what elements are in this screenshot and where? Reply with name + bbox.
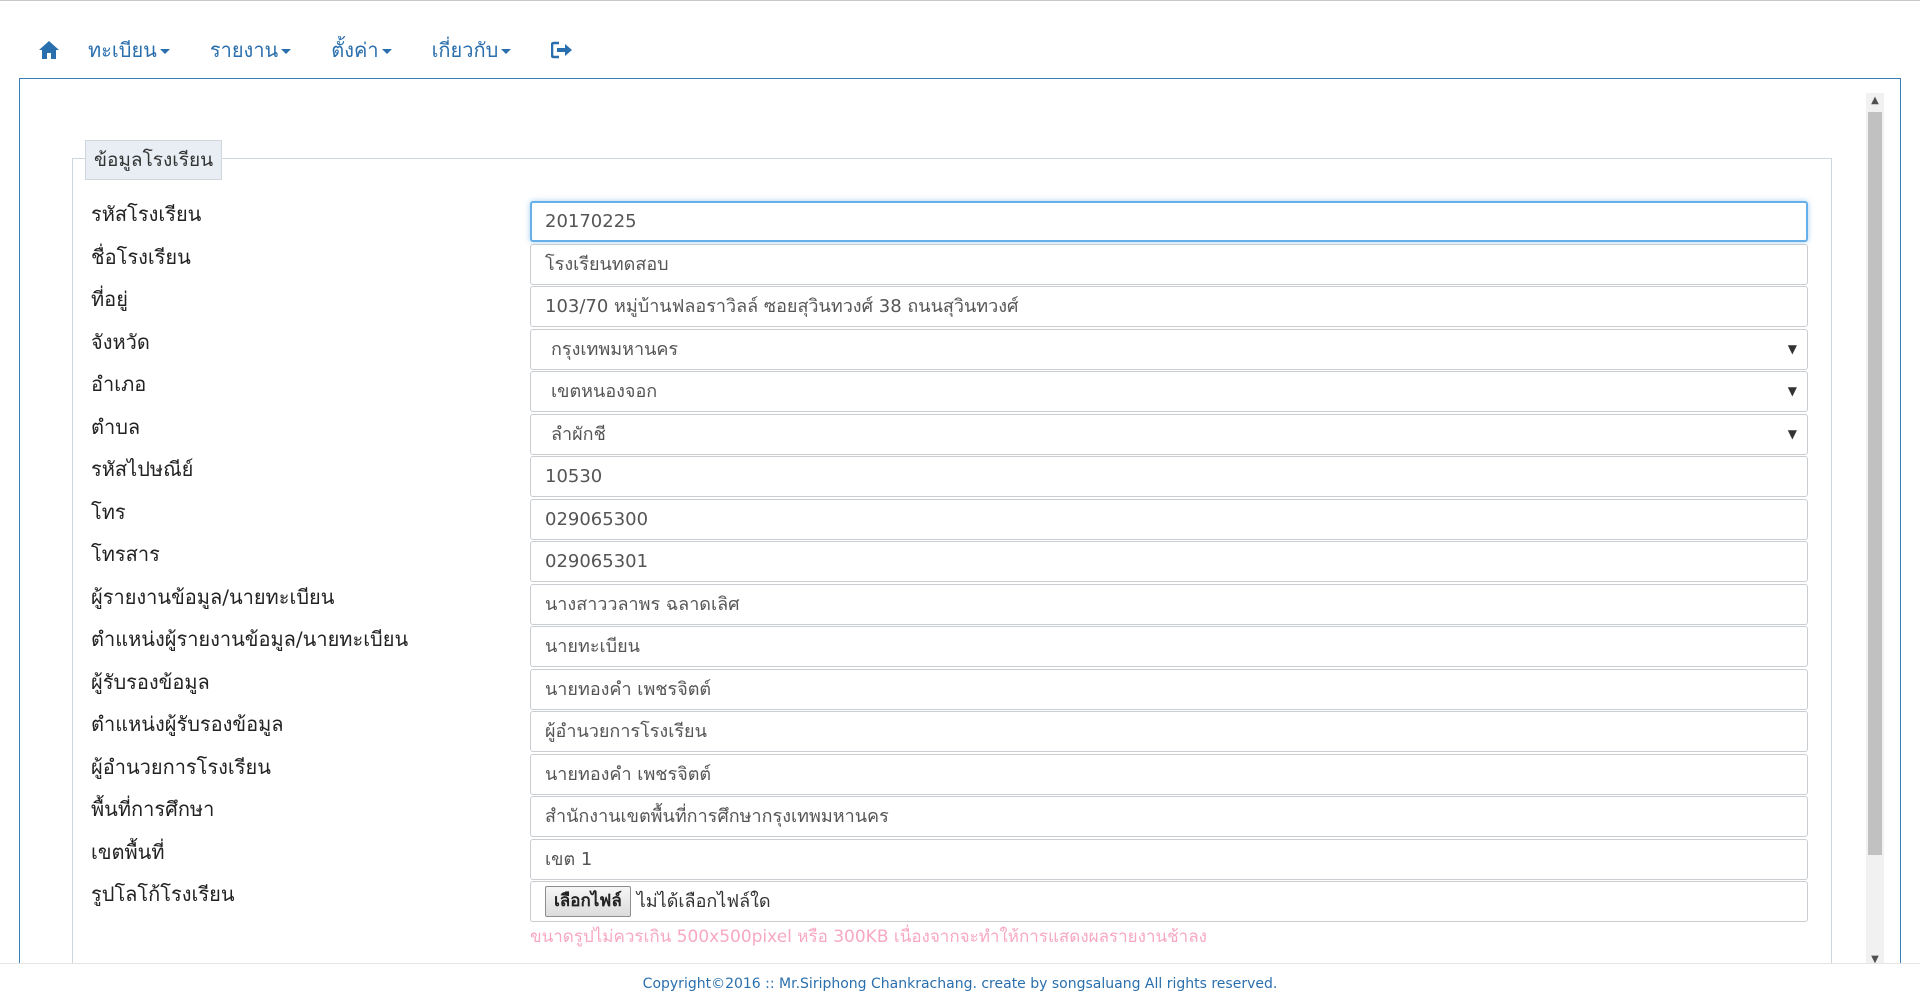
nav-menu-label: ทะเบียน	[88, 38, 157, 62]
nav-menu-settings[interactable]: ตั้งค่า	[331, 34, 392, 66]
dropdown-arrow-icon: ▼	[1787, 384, 1797, 398]
nav-menu-registry[interactable]: ทะเบียน	[88, 34, 170, 66]
form-row: โทร 029065300	[20, 498, 1812, 540]
nav-menu-label: รายงาน	[209, 38, 279, 62]
field-label: ตำแหน่งผู้รายงานข้อมูล/นายทะเบียน	[91, 627, 409, 651]
footer-copyright: Copyright©2016 :: Mr.Siriphong Chankrach…	[0, 963, 1920, 1004]
field-label: โทร	[91, 500, 126, 524]
logo-size-hint: ขนาดรูปไม่ควรเกิน 500x500pixel หรือ 300K…	[530, 927, 1207, 947]
field-value: ผู้อำนวยการโรงเรียน	[545, 721, 707, 742]
text-field[interactable]: 103/70 หมู่บ้านฟลอราวิลล์ ซอยสุวินทวงศ์ …	[530, 286, 1808, 327]
field-value: เขต 1	[545, 849, 593, 870]
main-nav: ทะเบียน รายงาน ตั้งค่า เกี่ยวกับ	[36, 30, 575, 70]
form-row: ชื่อโรงเรียน โรงเรียนทดสอบ	[20, 243, 1812, 285]
field-label: จังหวัด	[91, 330, 150, 354]
field-label: ตำแหน่งผู้รับรองข้อมูล	[91, 712, 284, 736]
caret-down-icon	[381, 49, 392, 54]
form-row: รหัสไปษณีย์ 10530	[20, 455, 1812, 497]
text-field[interactable]: สำนักงานเขตพื้นที่การศึกษากรุงเทพมหานคร	[530, 796, 1808, 837]
field-value: กรุงเทพมหานคร	[551, 339, 679, 360]
select-field[interactable]: เขตหนองจอก ▼	[530, 371, 1808, 412]
field-label: รหัสโรงเรียน	[91, 202, 202, 226]
scroll-up-arrow-icon[interactable]: ▲	[1866, 93, 1884, 109]
content-frame: ข้อมูลโรงเรียน รหัสโรงเรียน 20170225 ชื่อโ…	[19, 78, 1901, 1003]
field-value: 029065300	[545, 509, 649, 530]
field-value: โรงเรียนทดสอบ	[545, 254, 669, 275]
field-value: 103/70 หมู่บ้านฟลอราวิลล์ ซอยสุวินทวงศ์ …	[545, 296, 1019, 317]
logo-file-input[interactable]: เลือกไฟล์ ไม่ได้เลือกไฟล์ใด	[530, 881, 1808, 922]
form-row: ผู้รับรองข้อมูล นายทองคำ เพชรจิตต์	[20, 668, 1812, 710]
form-row: ตำบล ลำผักชี ▼	[20, 413, 1812, 455]
field-value: นางสาววลาพร ฉลาดเลิศ	[545, 594, 740, 615]
text-field[interactable]: นายทองคำ เพชรจิตต์	[530, 754, 1808, 795]
form-row-logo: รูปโลโก้โรงเรียน เลือกไฟล์ ไม่ได้เลือกไฟล์…	[20, 880, 1812, 950]
text-field[interactable]: โรงเรียนทดสอบ	[530, 244, 1808, 285]
nav-menu-about[interactable]: เกี่ยวกับ	[432, 34, 512, 66]
field-value: เขตหนองจอก	[551, 381, 658, 402]
field-label: รูปโลโก้โรงเรียน	[91, 882, 235, 906]
scrollbar-thumb[interactable]	[1868, 112, 1882, 855]
text-field[interactable]: นางสาววลาพร ฉลาดเลิศ	[530, 584, 1808, 625]
form-row: พื้นที่การศึกษา สำนักงานเขตพื้นที่การศึกษ…	[20, 795, 1812, 837]
field-value: ลำผักชี	[551, 424, 606, 445]
text-field[interactable]: 029065301	[530, 541, 1808, 582]
text-field[interactable]: 029065300	[530, 499, 1808, 540]
form-row: ผู้อำนวยการโรงเรียน นายทองคำ เพชรจิตต์	[20, 753, 1812, 795]
text-field[interactable]: เขต 1	[530, 839, 1808, 880]
field-value: นายทองคำ เพชรจิตต์	[545, 764, 712, 785]
text-field[interactable]: นายทองคำ เพชรจิตต์	[530, 669, 1808, 710]
select-field[interactable]: กรุงเทพมหานคร ▼	[530, 329, 1808, 370]
dropdown-arrow-icon: ▼	[1787, 427, 1797, 441]
home-icon[interactable]	[36, 37, 62, 63]
field-label: เขตพื้นที่	[91, 840, 165, 864]
field-value: 029065301	[545, 551, 649, 572]
form-row: โทรสาร 029065301	[20, 540, 1812, 582]
text-field[interactable]: นายทะเบียน	[530, 626, 1808, 667]
nav-menu-label: เกี่ยวกับ	[431, 38, 499, 62]
select-field[interactable]: ลำผักชี ▼	[530, 414, 1808, 455]
dropdown-arrow-icon: ▼	[1787, 342, 1797, 356]
caret-down-icon	[501, 49, 512, 54]
form-row: อำเภอ เขตหนองจอก ▼	[20, 370, 1812, 412]
field-label: พื้นที่การศึกษา	[91, 797, 215, 821]
no-file-chosen-text: ไม่ได้เลือกไฟล์ใด	[636, 891, 771, 912]
caret-down-icon	[281, 49, 292, 54]
form-row: ตำแหน่งผู้รายงานข้อมูล/นายทะเบียน นายทะเบ…	[20, 625, 1812, 667]
form-row: รหัสโรงเรียน 20170225	[20, 200, 1812, 242]
form-row: ตำแหน่งผู้รับรองข้อมูล ผู้อำนวยการโรงเรีย…	[20, 710, 1812, 752]
vertical-scrollbar[interactable]: ▲ ▼	[1866, 93, 1884, 968]
field-label: อำเภอ	[91, 372, 147, 396]
form-row: ที่อยู่ 103/70 หมู่บ้านฟลอราวิลล์ ซอยสุวิ…	[20, 285, 1812, 327]
nav-menu-label: ตั้งค่า	[331, 38, 379, 62]
form-row: ผู้รายงานข้อมูล/นายทะเบียน นางสาววลาพร ฉล…	[20, 583, 1812, 625]
fieldset-legend: ข้อมูลโรงเรียน	[85, 140, 223, 180]
nav-menu-report[interactable]: รายงาน	[209, 34, 292, 66]
top-border	[0, 0, 1920, 1]
field-value: 20170225	[545, 211, 637, 232]
field-value: สำนักงานเขตพื้นที่การศึกษากรุงเทพมหานคร	[545, 806, 889, 827]
form-row: จังหวัด กรุงเทพมหานคร ▼	[20, 328, 1812, 370]
logout-icon[interactable]	[549, 37, 575, 63]
field-label: รหัสไปษณีย์	[91, 457, 194, 481]
field-label: ตำบล	[91, 415, 141, 439]
choose-file-button[interactable]: เลือกไฟล์	[545, 886, 631, 917]
field-label: ที่อยู่	[91, 287, 128, 311]
field-value: นายทะเบียน	[545, 636, 640, 657]
form-row: เขตพื้นที่ เขต 1	[20, 838, 1812, 880]
field-label: ผู้อำนวยการโรงเรียน	[91, 755, 271, 779]
field-value: นายทองคำ เพชรจิตต์	[545, 679, 712, 700]
field-label: ชื่อโรงเรียน	[91, 245, 191, 269]
field-value: 10530	[545, 466, 603, 487]
text-field[interactable]: 20170225	[530, 201, 1808, 242]
text-field[interactable]: ผู้อำนวยการโรงเรียน	[530, 711, 1808, 752]
text-field[interactable]: 10530	[530, 456, 1808, 497]
field-label: ผู้รับรองข้อมูล	[91, 670, 210, 694]
caret-down-icon	[159, 49, 170, 54]
field-label: โทรสาร	[91, 542, 160, 566]
field-label: ผู้รายงานข้อมูล/นายทะเบียน	[91, 585, 335, 609]
